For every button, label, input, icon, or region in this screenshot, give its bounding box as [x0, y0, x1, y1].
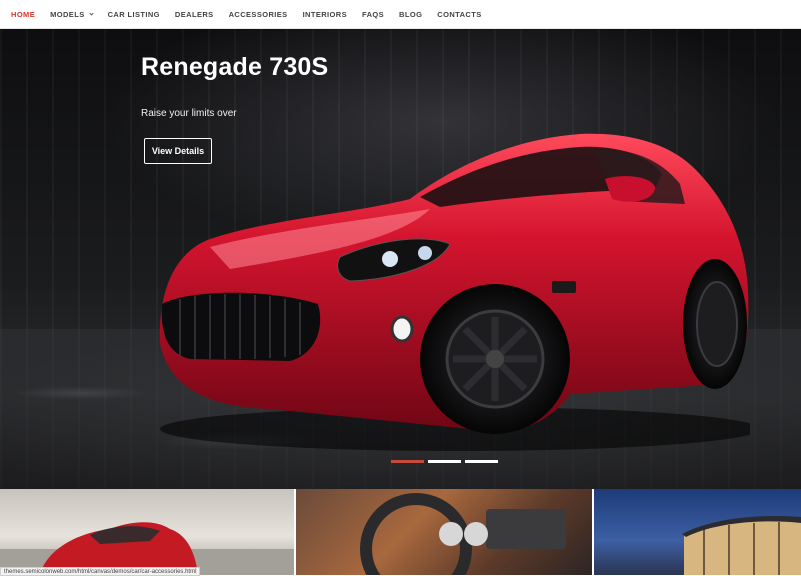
hero-subtitle: Raise your limits over [141, 108, 237, 119]
slide-indicator-3[interactable] [465, 460, 498, 463]
slide-indicator-1[interactable] [391, 460, 424, 463]
dealership-building-image [682, 515, 801, 575]
chevron-down-icon [88, 10, 94, 16]
nav-item-interiors[interactable]: INTERIORS [303, 10, 347, 19]
thumbnail-car-interior[interactable] [296, 489, 594, 575]
red-sports-car-image [159, 133, 750, 451]
nav-item-accessories[interactable]: ACCESSORIES [229, 10, 288, 19]
car-interior-image [360, 493, 566, 575]
hero-slider: Renegade 730S Raise your limits over Vie… [0, 29, 801, 489]
nav-item-dealers[interactable]: DEALERS [175, 10, 214, 19]
featured-thumbnails [0, 489, 801, 575]
nav-item-car-listing[interactable]: CAR LISTING [108, 10, 160, 19]
nav-item-blog[interactable]: BLOG [399, 10, 422, 19]
nav-item-faqs[interactable]: FAQS [362, 10, 384, 19]
top-navigation: HOME MODELS CAR LISTING DEALERS ACCESSOR… [0, 0, 801, 29]
slide-indicator-2[interactable] [428, 460, 461, 463]
thumbnail-red-car[interactable] [0, 489, 296, 575]
red-car-image [0, 522, 294, 575]
nav-item-contacts[interactable]: CONTACTS [437, 10, 481, 19]
thumbnail-dealership[interactable] [594, 489, 801, 575]
view-details-button[interactable]: View Details [144, 138, 212, 164]
nav-item-home[interactable]: HOME [11, 10, 35, 19]
hero-title: Renegade 730S [141, 53, 329, 81]
nav-item-models[interactable]: MODELS [50, 10, 94, 19]
slider-pagination [391, 460, 498, 463]
